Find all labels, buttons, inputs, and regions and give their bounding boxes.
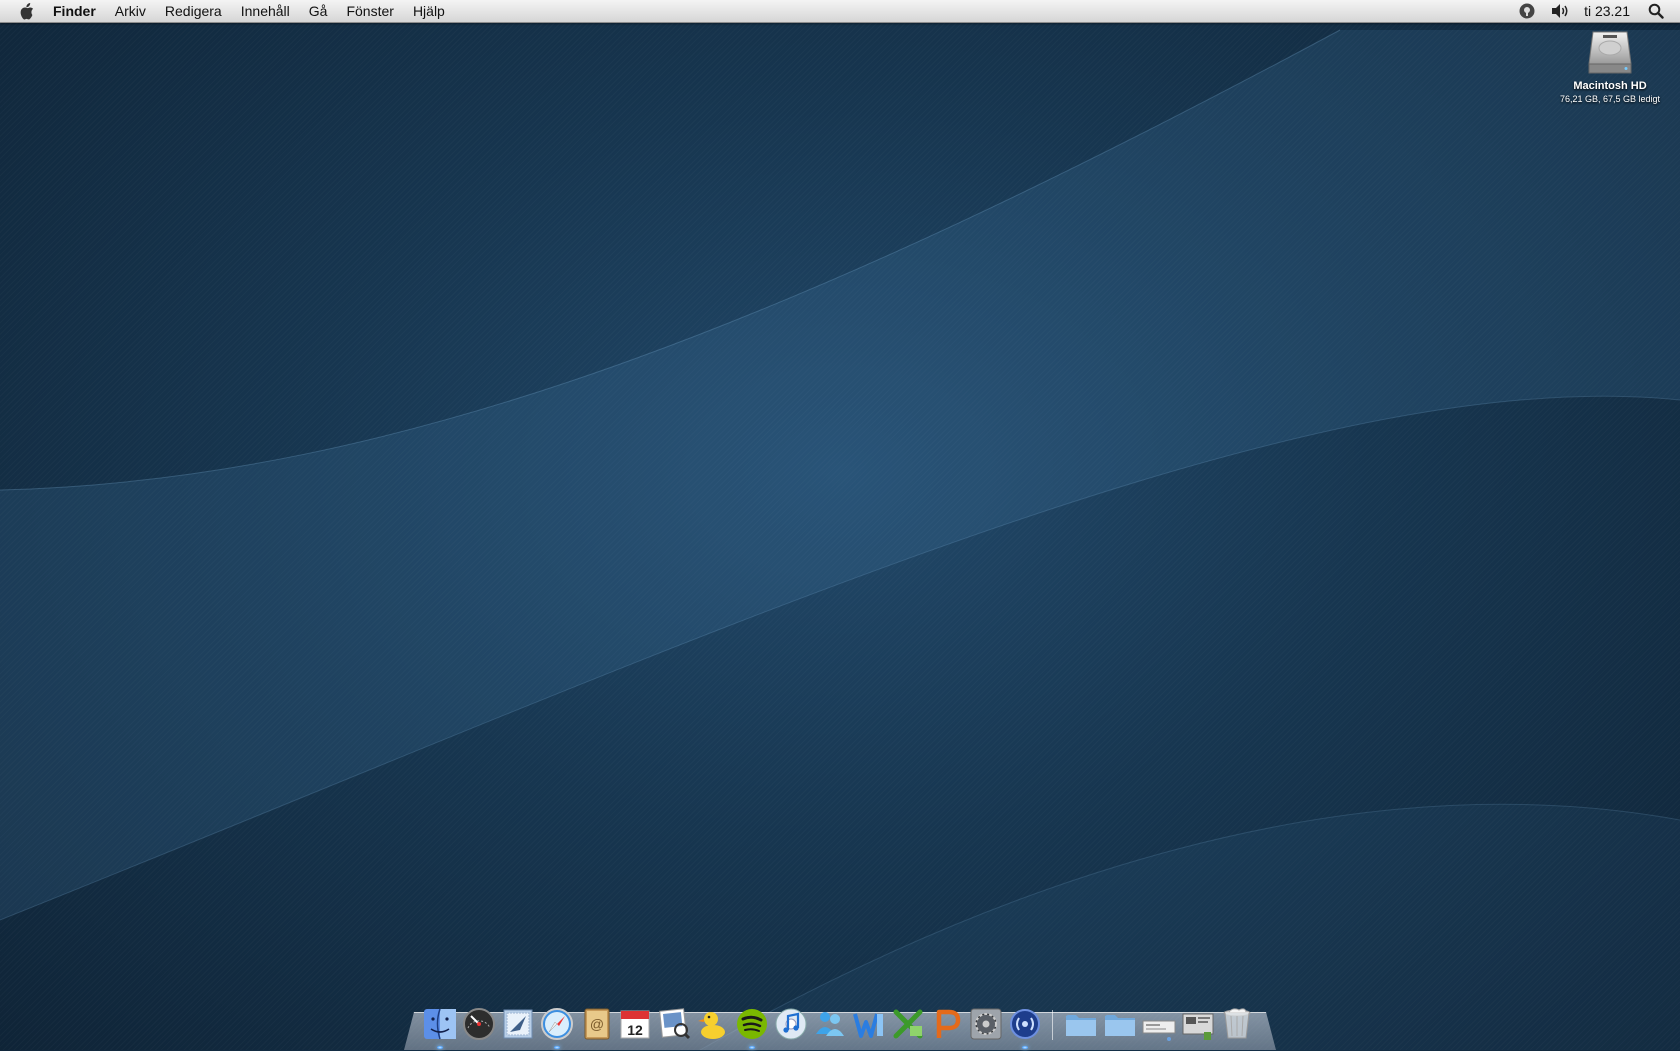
safari-icon[interactable] <box>539 1006 575 1049</box>
address-book-icon[interactable]: @ <box>578 1006 614 1042</box>
volume-icon[interactable] <box>1550 3 1570 19</box>
ical-icon[interactable]: 12 <box>617 1006 653 1042</box>
apple-icon[interactable] <box>19 2 35 20</box>
hard-drive-icon[interactable] <box>1587 28 1633 76</box>
svg-text:12: 12 <box>627 1022 643 1038</box>
menu-fonster[interactable]: Fönster <box>346 3 393 19</box>
running-indicator <box>1022 1046 1028 1049</box>
menu-redigera[interactable]: Redigera <box>165 3 222 19</box>
menu-clock[interactable]: ti 23.21 <box>1584 3 1630 19</box>
mail-icon[interactable] <box>500 1006 536 1042</box>
search-icon[interactable] <box>1648 3 1664 19</box>
trash-icon[interactable] <box>1219 1006 1255 1042</box>
running-indicator <box>554 1046 560 1049</box>
drive-name: Macintosh HD <box>1573 80 1647 92</box>
system-preferences-icon[interactable] <box>968 1006 1004 1042</box>
word-icon[interactable] <box>851 1006 887 1042</box>
sync-icon[interactable] <box>1518 2 1536 20</box>
drive-info: 76,21 GB, 67,5 GB ledigt <box>1559 94 1661 104</box>
menu-bar: Finder Arkiv Redigera Innehåll Gå Fönste… <box>0 0 1680 23</box>
excel-icon[interactable] <box>890 1006 926 1042</box>
svg-text:@: @ <box>590 1016 604 1032</box>
spotify-icon[interactable] <box>734 1006 770 1049</box>
menu-finder[interactable]: Finder <box>53 3 96 19</box>
menu-arkiv[interactable]: Arkiv <box>115 3 146 19</box>
running-indicator <box>749 1046 755 1049</box>
running-indicator <box>437 1046 443 1049</box>
documents-stack-icon[interactable] <box>1180 1006 1216 1042</box>
finder-icon[interactable] <box>422 1006 458 1049</box>
wallpaper-waves <box>0 29 1680 1050</box>
messenger-icon[interactable] <box>812 1006 848 1042</box>
menu-ga[interactable]: Gå <box>309 3 328 19</box>
preview-icon[interactable] <box>656 1006 692 1042</box>
cyberduck-icon[interactable] <box>695 1006 731 1042</box>
menu-hjalp[interactable]: Hjälp <box>413 3 445 19</box>
folder-icon[interactable] <box>1102 1006 1138 1042</box>
powerpoint-icon[interactable] <box>929 1006 965 1042</box>
downloads-stack-icon[interactable] <box>1141 1006 1177 1042</box>
dashboard-icon[interactable] <box>461 1006 497 1042</box>
dock: @ 12 <box>422 998 1258 1049</box>
menu-innehall[interactable]: Innehåll <box>241 3 290 19</box>
dock-separator <box>1052 1010 1053 1040</box>
desktop-drive[interactable]: Macintosh HD 76,21 GB, 67,5 GB ledigt <box>1548 28 1672 104</box>
folder-icon[interactable] <box>1063 1006 1099 1042</box>
itunes-icon[interactable] <box>773 1006 809 1042</box>
activity-icon[interactable] <box>1007 1006 1043 1049</box>
